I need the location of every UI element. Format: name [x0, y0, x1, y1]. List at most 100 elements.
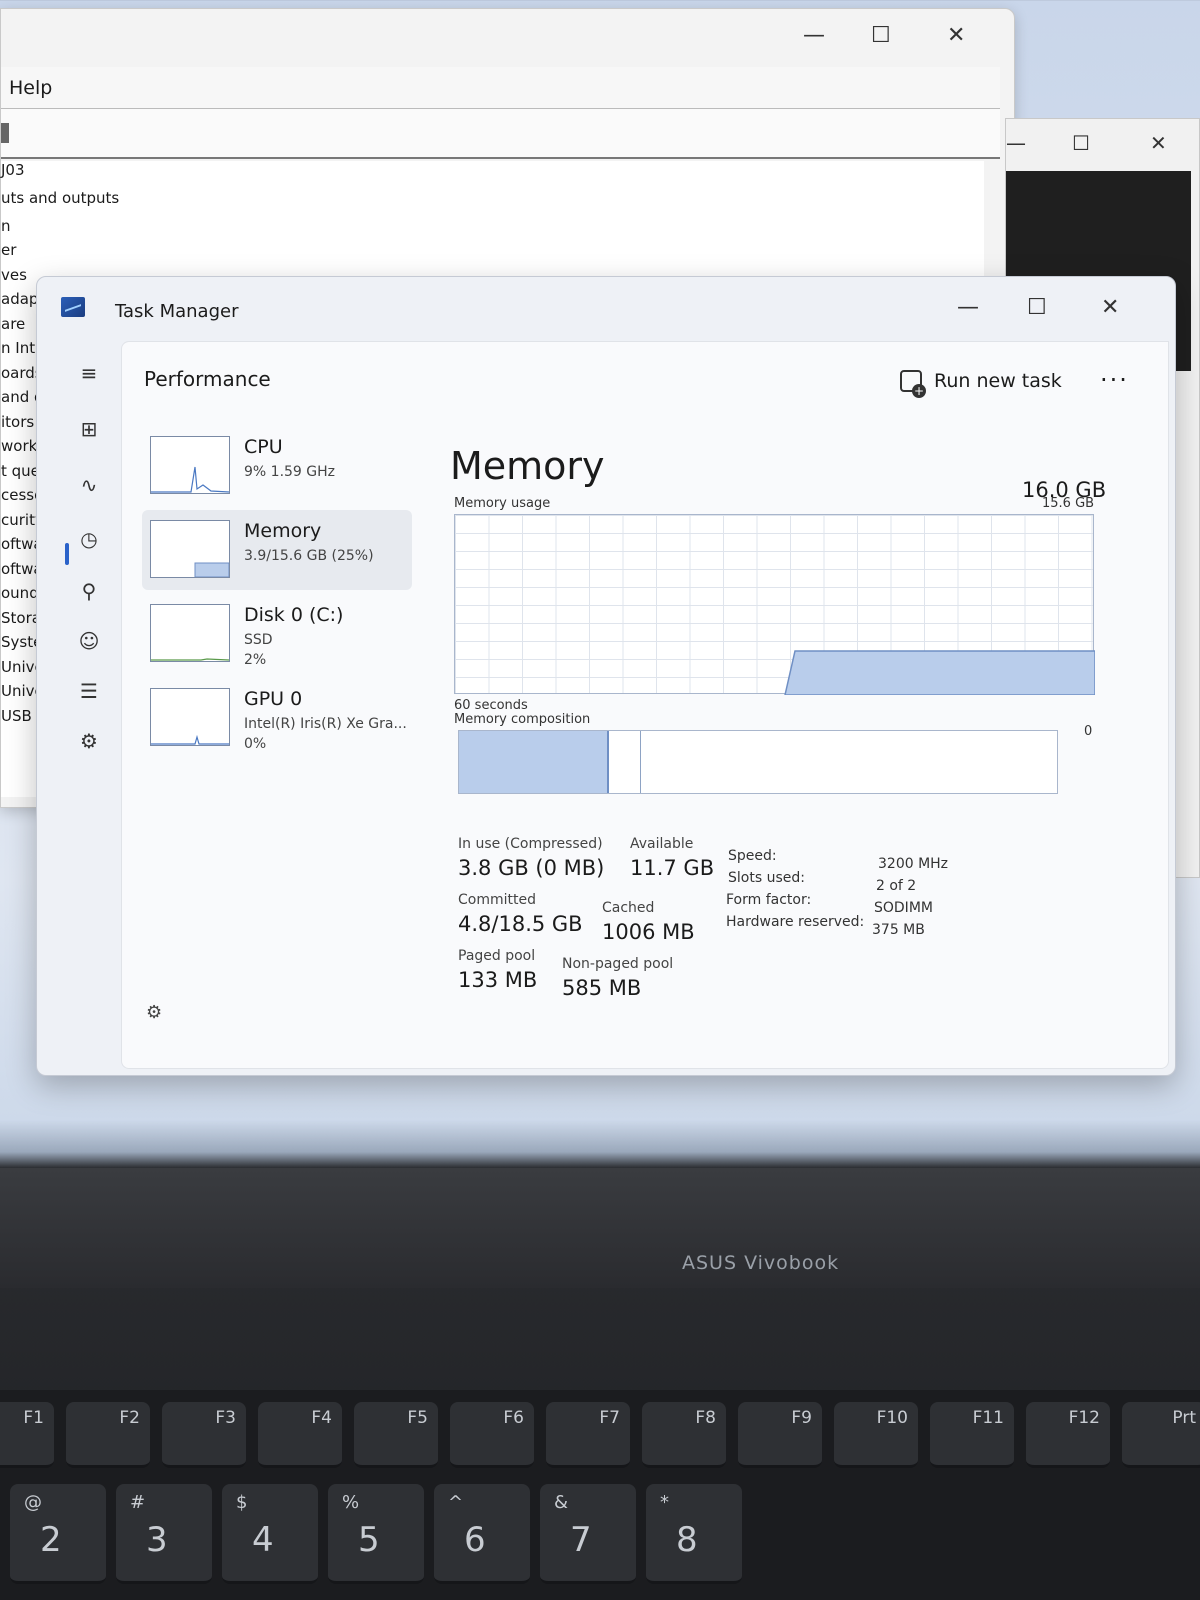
key-shift-label: # [130, 1492, 146, 1513]
maximize-button[interactable]: ☐ [1072, 131, 1090, 155]
device-memory[interactable]: Memory 3.9/15.6 GB (25%) [142, 510, 412, 590]
hamburger-icon[interactable]: ≡ [77, 361, 101, 385]
memory-composition-bar [458, 730, 1058, 794]
fkey-f7[interactable]: F7 [546, 1402, 630, 1468]
device-sub: SSD [244, 632, 273, 648]
device-name: Memory [244, 520, 322, 542]
device-cpu[interactable]: CPU 9% 1.59 GHz [142, 426, 412, 506]
startup-apps-icon[interactable]: ⚲ [77, 579, 101, 603]
fkey-f3[interactable]: F3 [162, 1402, 246, 1468]
nonpaged-pool-value: 585 MB [562, 976, 642, 1000]
processes-icon[interactable]: ⊞ [77, 417, 101, 441]
minimize-button[interactable]: — [1006, 131, 1026, 155]
in-use-value: 3.8 GB (0 MB) [458, 856, 605, 880]
task-manager-window: Task Manager — ☐ ✕ ≡ ⊞ ∿ ◷ ⚲ ☺ ☰ ⚙ Perfo… [36, 276, 1176, 1076]
fkey-prt[interactable]: Prt [1122, 1402, 1200, 1468]
device-sub2: 0% [244, 736, 267, 752]
run-new-task-button[interactable]: Run new task [900, 370, 1062, 398]
cpu-thumbnail-graph [150, 436, 230, 494]
num-key-7[interactable]: & 7 [540, 1484, 636, 1584]
fkey-f9[interactable]: F9 [738, 1402, 822, 1468]
fkey-f4[interactable]: F4 [258, 1402, 342, 1468]
paged-pool-value: 133 MB [458, 968, 538, 992]
key-label: F10 [876, 1408, 908, 1428]
key-label: 2 [40, 1520, 62, 1560]
available-label: Available [630, 836, 694, 852]
key-label: F9 [791, 1408, 812, 1428]
close-button[interactable]: ✕ [1150, 131, 1167, 155]
tree-item[interactable]: er [1, 241, 16, 259]
key-label: 3 [146, 1520, 168, 1560]
num-key-4[interactable]: $4 [222, 1484, 318, 1584]
key-label: F3 [215, 1408, 236, 1428]
memory-usage-graph [454, 514, 1095, 695]
key-label: 6 [464, 1520, 486, 1560]
memory-usage-max: 15.6 GB [1042, 496, 1095, 511]
close-button[interactable]: ✕ [1101, 295, 1119, 320]
fkey-f2[interactable]: F2 [66, 1402, 150, 1468]
memory-thumbnail-graph [150, 520, 230, 578]
device-gpu[interactable]: GPU 0 Intel(R) Iris(R) Xe Gra... 0% [142, 678, 412, 758]
num-key-2[interactable]: @2 [10, 1484, 106, 1584]
performance-icon[interactable]: ∿ [77, 473, 101, 497]
fkey-f11[interactable]: F11 [930, 1402, 1014, 1468]
key-label: F7 [599, 1408, 620, 1428]
num-key-3[interactable]: #3 [116, 1484, 212, 1584]
committed-label: Committed [458, 892, 536, 908]
tree-item[interactable]: adap [1, 290, 38, 308]
close-button[interactable]: ✕ [947, 23, 965, 48]
paged-pool-label: Paged pool [458, 948, 536, 964]
cached-label: Cached [602, 900, 655, 916]
memory-usage-label: Memory usage [454, 496, 551, 511]
page-title: Performance [144, 367, 271, 391]
run-task-icon [900, 370, 926, 398]
tree-item[interactable]: ves [1, 266, 27, 284]
paged-pool-stat: Paged pool 133 MB [458, 948, 537, 992]
selection-indicator [65, 543, 69, 565]
num-key-6[interactable]: ^ 6 [434, 1484, 530, 1584]
spec-form-label: Form factor: [726, 892, 812, 908]
committed-value: 4.8/18.5 GB [458, 912, 583, 936]
key-shift-label: % [342, 1492, 360, 1513]
toolbar [1, 109, 1000, 159]
task-manager-logo-icon [61, 297, 85, 317]
fkey-f5[interactable]: F5 [354, 1402, 438, 1468]
details-icon[interactable]: ☰ [77, 679, 101, 703]
spec-speed-value: 3200 MHz [878, 856, 949, 872]
num-key-5[interactable]: % 5 [328, 1484, 424, 1584]
key-shift-label: ^ [448, 1492, 464, 1513]
fkey-f6[interactable]: F6 [450, 1402, 534, 1468]
device-name: GPU 0 [244, 688, 303, 710]
services-icon[interactable]: ⚙ [77, 729, 101, 753]
menu-help[interactable]: Help [9, 77, 52, 99]
maximize-button[interactable]: ☐ [1027, 295, 1047, 320]
app-history-icon[interactable]: ◷ [77, 527, 101, 551]
key-label: F5 [407, 1408, 428, 1428]
available-stat: Available 11.7 GB [630, 836, 714, 880]
memory-composition-label: Memory composition [454, 712, 591, 727]
spec-slots-value: 2 of 2 [876, 878, 917, 894]
keyboard: F1 F2 F3 F4 F5 F6 F7 F8 F9 F10 F11 F12 Prt @2 #3 $4% 5 ^ 6… [0, 1390, 1200, 1600]
maximize-button[interactable]: ☐ [871, 23, 891, 48]
tree-item[interactable]: itors [1, 413, 34, 431]
toolbar-icon[interactable] [1, 123, 9, 143]
tree-item[interactable]: J03 [1, 161, 25, 179]
tree-item[interactable]: n [1, 217, 11, 235]
minimize-button[interactable]: — [957, 295, 979, 320]
fkey-f10[interactable]: F10 [834, 1402, 918, 1468]
fkey-f12[interactable]: F12 [1026, 1402, 1110, 1468]
fkey-f1[interactable]: F1 [0, 1402, 54, 1468]
tree-item[interactable]: uts and outputs [1, 189, 119, 207]
key-label: F2 [119, 1408, 140, 1428]
users-icon[interactable]: ☺ [77, 629, 101, 653]
more-options-button[interactable]: ··· [1100, 366, 1129, 394]
spec-reserved-value: 375 MB [872, 922, 925, 938]
fkey-f8[interactable]: F8 [642, 1402, 726, 1468]
settings-icon[interactable]: ⚙ [146, 1002, 162, 1023]
num-key-8[interactable]: * 8 [646, 1484, 742, 1584]
device-disk[interactable]: Disk 0 (C:) SSD 2% [142, 594, 412, 674]
tree-item[interactable]: are [1, 315, 25, 333]
minimize-button[interactable]: — [803, 23, 825, 48]
gpu-thumbnail-graph [150, 688, 230, 746]
graph-zero-label: 0 [1084, 724, 1093, 739]
